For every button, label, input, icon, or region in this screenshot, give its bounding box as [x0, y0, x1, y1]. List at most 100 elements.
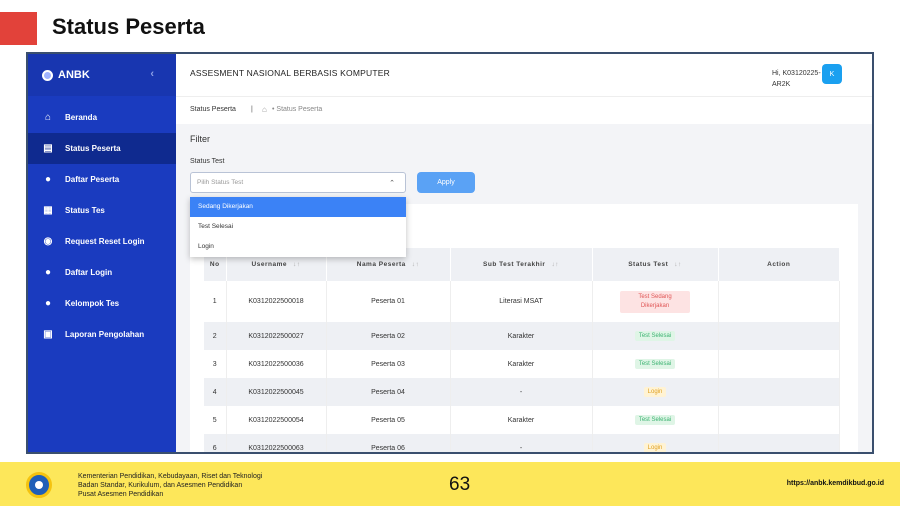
- cell-action: [718, 281, 840, 322]
- cell-no: 1: [204, 281, 227, 322]
- status-badge: Login: [643, 387, 667, 397]
- status-test-dropdown: Sedang Dikerjakan Test Selesai Login: [190, 197, 406, 257]
- home-icon[interactable]: ⌂: [262, 105, 267, 114]
- sort-icon[interactable]: ↓↑: [674, 261, 682, 268]
- slide-title: Status Peserta: [52, 14, 205, 39]
- collapse-sidebar-icon[interactable]: ‹: [150, 68, 154, 80]
- status-test-label: Status Test: [190, 158, 225, 165]
- cell-username: K0312022500018: [226, 281, 327, 322]
- sidebar-item-label: Daftar Peserta: [65, 175, 120, 184]
- sort-icon[interactable]: ↓↑: [551, 261, 559, 268]
- cell-status: Login: [592, 434, 719, 452]
- breadcrumb-separator: |: [251, 106, 253, 113]
- dropdown-option-test-selesai[interactable]: Test Selesai: [190, 217, 406, 237]
- cell-sub-test: Literasi MSAT: [450, 281, 593, 322]
- sidebar-item-label: Daftar Login: [65, 268, 113, 277]
- breadcrumb-trail[interactable]: • Status Peserta: [272, 106, 322, 113]
- cell-nama: Peserta 01: [326, 281, 451, 322]
- cell-username: K0312022500054: [226, 406, 327, 434]
- cell-sub-test: -: [450, 434, 593, 452]
- cell-nama: Peserta 06: [326, 434, 451, 452]
- sidebar-item-status-tes[interactable]: ▦ Status Tes: [28, 195, 176, 226]
- cell-sub-test: -: [450, 378, 593, 406]
- reset-icon: ◉: [43, 236, 53, 247]
- sidebar-item-label: Beranda: [65, 113, 98, 122]
- cell-no: 4: [204, 378, 227, 406]
- sidebar-item-kelompok-tes[interactable]: ● Kelompok Tes: [28, 288, 176, 319]
- brand-name: ANBK: [58, 69, 90, 81]
- cell-no: 5: [204, 406, 227, 434]
- status-table: No Username ↓↑ Nama Peserta ↓↑ Sub Test Te…: [204, 248, 840, 452]
- home-icon: ⌂: [44, 112, 52, 123]
- cell-nama: Peserta 02: [326, 322, 451, 350]
- cell-status: Test Sedang Dikerjakan: [592, 281, 719, 322]
- cell-status: Login: [592, 378, 719, 406]
- sidebar-item-label: Kelompok Tes: [65, 299, 120, 308]
- user-icon: ●: [44, 174, 52, 185]
- column-header-sub-test[interactable]: Sub Test Terakhir ↓↑: [450, 248, 593, 281]
- brand[interactable]: ANBK ‹: [28, 54, 176, 96]
- filter-title: Filter: [190, 134, 210, 144]
- group-icon: ●: [44, 298, 52, 309]
- footer-url: https://anbk.kemdikbud.go.id: [786, 480, 884, 487]
- dropdown-option-sedang-dikerjakan[interactable]: Sedang Dikerjakan: [190, 197, 406, 217]
- status-badge: Test Selesai: [634, 359, 676, 369]
- table-row: 2 K0312022500027 Peserta 02 Karakter Tes…: [204, 322, 840, 350]
- topbar: ASSESMENT NASIONAL BERBASIS KOMPUTER Hi,…: [176, 54, 872, 96]
- sidebar-item-daftar-peserta[interactable]: ● Daftar Peserta: [28, 164, 176, 195]
- cell-action: [718, 378, 840, 406]
- sidebar: ANBK ‹ ⌂ Beranda ▤ Status Peserta ● Daftar …: [28, 54, 176, 452]
- cell-status: Test Selesai: [592, 322, 719, 350]
- ministry-emblem-icon: [26, 472, 52, 498]
- sidebar-item-label: Request Reset Login: [65, 237, 145, 246]
- status-badge: Test Selesai: [634, 415, 676, 425]
- report-icon: ▣: [43, 329, 53, 340]
- sidebar-item-request-reset-login[interactable]: ◉ Request Reset Login: [28, 226, 176, 257]
- table-row: 1 K0312022500018 Peserta 01 Literasi MSA…: [204, 281, 840, 322]
- cell-username: K0312022500027: [226, 322, 327, 350]
- cell-action: [718, 322, 840, 350]
- cell-username: K0312022500036: [226, 350, 327, 378]
- cell-username: K0312022500063: [226, 434, 327, 452]
- cell-no: 2: [204, 322, 227, 350]
- sidebar-item-label: Status Peserta: [65, 144, 121, 153]
- page-number: 63: [449, 474, 471, 495]
- table-row: 3 K0312022500036 Peserta 03 Karakter Tes…: [204, 350, 840, 378]
- table-row: 6 K0312022500063 Peserta 06 - Login: [204, 434, 840, 452]
- dropdown-option-login[interactable]: Login: [190, 237, 406, 257]
- status-badge: Test Sedang Dikerjakan: [620, 290, 690, 313]
- status-test-select[interactable]: Pilih Status Test ⌃: [190, 172, 406, 193]
- app-window: ANBK ‹ ⌂ Beranda ▤ Status Peserta ● Daftar …: [26, 52, 874, 454]
- sidebar-item-status-peserta[interactable]: ▤ Status Peserta: [28, 133, 176, 164]
- sidebar-item-daftar-login[interactable]: ● Daftar Login: [28, 257, 176, 288]
- avatar[interactable]: K: [822, 64, 842, 84]
- anbk-logo-icon: [42, 69, 53, 81]
- sort-icon[interactable]: ↓↑: [293, 261, 301, 268]
- status-badge: Login: [643, 443, 667, 452]
- list-icon: ▦: [43, 205, 53, 216]
- cell-action: [718, 434, 840, 452]
- sort-icon[interactable]: ↓↑: [412, 261, 420, 268]
- sidebar-item-laporan-pengolahan[interactable]: ▣ Laporan Pengolahan: [28, 319, 176, 350]
- main-content: ASSESMENT NASIONAL BERBASIS KOMPUTER Hi,…: [176, 54, 872, 452]
- clipboard-icon: ▤: [43, 143, 53, 154]
- column-header-status-test[interactable]: Status Test ↓↑: [592, 248, 719, 281]
- breadcrumb: Status Peserta | ⌂ • Status Peserta: [176, 96, 872, 124]
- cell-action: [718, 350, 840, 378]
- sidebar-item-beranda[interactable]: ⌂ Beranda: [28, 102, 176, 133]
- cell-sub-test: Karakter: [450, 350, 593, 378]
- cell-nama: Peserta 05: [326, 406, 451, 434]
- sidebar-nav: ⌂ Beranda ▤ Status Peserta ● Daftar Peserta…: [28, 102, 176, 350]
- breadcrumb-current: Status Peserta: [190, 106, 236, 113]
- table-row: 5 K0312022500054 Peserta 05 Karakter Tes…: [204, 406, 840, 434]
- cell-username: K0312022500045: [226, 378, 327, 406]
- column-header-action: Action: [718, 248, 840, 281]
- apply-button[interactable]: Apply: [417, 172, 475, 193]
- cell-nama: Peserta 03: [326, 350, 451, 378]
- cell-sub-test: Karakter: [450, 406, 593, 434]
- sidebar-item-label: Status Tes: [65, 206, 105, 215]
- cell-sub-test: Karakter: [450, 322, 593, 350]
- status-badge: Test Selesai: [634, 331, 676, 341]
- select-placeholder: Pilih Status Test: [197, 179, 244, 186]
- slide-accent-block: [0, 12, 37, 45]
